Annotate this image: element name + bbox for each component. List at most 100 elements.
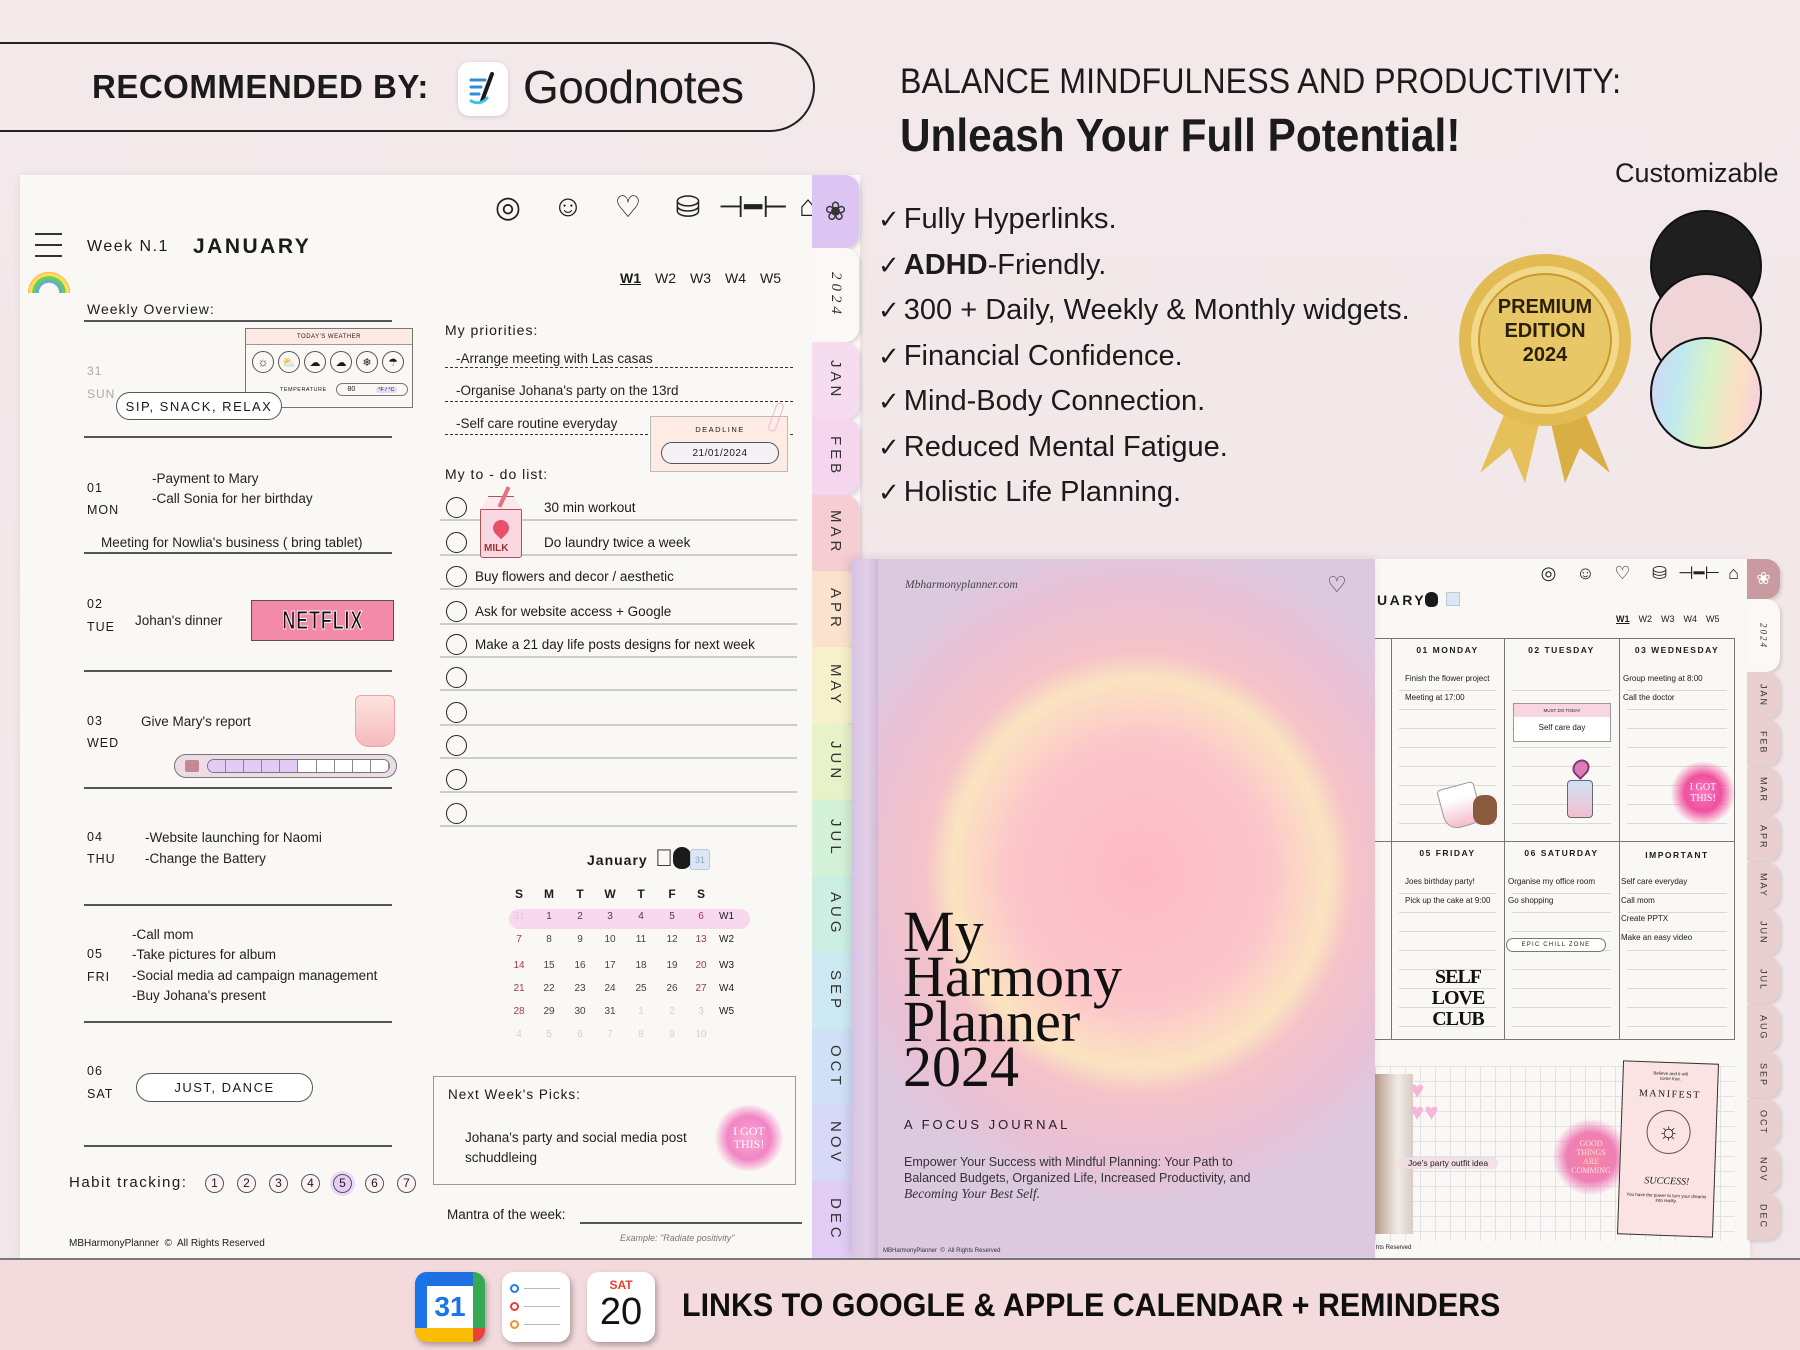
day-item[interactable]: Organise my office room bbox=[1508, 877, 1595, 886]
calendar-day[interactable]: 26 bbox=[662, 983, 682, 994]
google-calendar-link-icon[interactable] bbox=[1446, 592, 1460, 606]
tab-oct[interactable]: OCT bbox=[1747, 1098, 1780, 1146]
calendar-day[interactable]: 23 bbox=[570, 983, 590, 994]
priority-item[interactable]: -Organise Johana's party on the 13rd bbox=[456, 383, 678, 398]
todo-item[interactable]: Ask for website access + Google bbox=[475, 604, 671, 619]
calendar-day[interactable]: 6 bbox=[570, 1029, 590, 1040]
day-item[interactable]: Call mom bbox=[1621, 896, 1655, 905]
tab-feb[interactable]: FEB bbox=[812, 418, 859, 496]
day-item[interactable]: Meeting at 17:00 bbox=[1405, 693, 1465, 702]
calendar-week-link[interactable]: W2 bbox=[719, 934, 734, 945]
habit-day-2[interactable]: 2 bbox=[237, 1174, 256, 1193]
heartbeat-icon[interactable]: ♡ bbox=[1604, 563, 1641, 584]
progress-segment[interactable] bbox=[226, 760, 245, 772]
progress-segment[interactable] bbox=[298, 760, 317, 772]
todo-item[interactable]: Do laundry twice a week bbox=[544, 535, 690, 550]
week-tab-w5[interactable]: W5 bbox=[1706, 614, 1720, 624]
lotus-tab[interactable]: ❀ bbox=[1747, 559, 1780, 599]
calendar-day[interactable]: 28 bbox=[509, 1006, 529, 1017]
calendar-day[interactable]: 22 bbox=[539, 983, 559, 994]
calendar-day[interactable]: 16 bbox=[570, 960, 590, 971]
swatch-holographic[interactable] bbox=[1650, 337, 1762, 449]
calendar-day[interactable]: 5 bbox=[539, 1029, 559, 1040]
calendar-day[interactable]: 4 bbox=[509, 1029, 529, 1040]
day-item[interactable]: Go shopping bbox=[1508, 896, 1553, 905]
apple-calendar-link-icon[interactable] bbox=[1425, 592, 1438, 607]
calendar-day[interactable]: 15 bbox=[539, 960, 559, 971]
calendar-day[interactable]: 6 bbox=[691, 911, 711, 922]
day-item[interactable]: Pick up the cake at 9:00 bbox=[1405, 896, 1490, 905]
day-item[interactable]: -Call Sonia for her birthday bbox=[152, 491, 313, 506]
progress-segment[interactable] bbox=[370, 760, 389, 772]
day-item[interactable]: Self care everyday bbox=[1621, 877, 1687, 886]
next-week-text[interactable]: Johana's party and social media post sch… bbox=[465, 1128, 705, 1168]
calendar-day[interactable]: 17 bbox=[600, 960, 620, 971]
day-item[interactable]: -Buy Johana's present bbox=[132, 988, 266, 1003]
target-icon[interactable]: ◎ bbox=[1530, 563, 1567, 584]
todo-checkbox[interactable] bbox=[446, 735, 467, 756]
tab-feb[interactable]: FEB bbox=[1747, 719, 1780, 767]
smile-icon[interactable]: ☺ bbox=[538, 190, 598, 224]
progress-segment[interactable] bbox=[262, 760, 281, 772]
tab-aug[interactable]: AUG bbox=[1747, 1003, 1780, 1051]
tab-sep[interactable]: SEP bbox=[1747, 1051, 1780, 1099]
calendar-day[interactable]: 11 bbox=[631, 934, 651, 945]
todo-checkbox[interactable] bbox=[446, 532, 467, 553]
calendar-day[interactable]: 5 bbox=[662, 911, 682, 922]
dumbbell-icon[interactable]: ⊣━⊢ bbox=[718, 190, 788, 225]
day-item[interactable]: Johan's dinner bbox=[135, 613, 222, 628]
water-progress-bar[interactable] bbox=[174, 754, 397, 778]
tab-jun[interactable]: JUN bbox=[1747, 909, 1780, 956]
calendar-day[interactable]: 9 bbox=[662, 1029, 682, 1040]
day-item[interactable]: Give Mary's report bbox=[141, 714, 251, 729]
calendar-day[interactable]: 29 bbox=[539, 1006, 559, 1017]
tab-mar[interactable]: MAR bbox=[1747, 766, 1780, 814]
heartbeat-icon[interactable]: ♡ bbox=[598, 190, 658, 225]
google-calendar-link-icon[interactable]: 31 bbox=[690, 849, 710, 870]
calendar-day[interactable]: 27 bbox=[691, 983, 711, 994]
day-item[interactable]: Group meeting at 8:00 bbox=[1623, 674, 1703, 683]
day-item[interactable]: -Call mom bbox=[132, 927, 194, 942]
calendar-day[interactable]: 3 bbox=[691, 1006, 711, 1017]
calendar-day[interactable]: 1 bbox=[631, 1006, 651, 1017]
week-tab-w1[interactable]: W1 bbox=[1616, 614, 1630, 624]
day-item[interactable]: -Website launching for Naomi bbox=[145, 830, 322, 845]
calendar-day[interactable]: 24 bbox=[600, 983, 620, 994]
coins-icon[interactable]: ⛁ bbox=[658, 190, 718, 225]
tab-apr[interactable]: APR bbox=[1747, 814, 1780, 862]
lotus-tab[interactable]: ❀ bbox=[812, 175, 859, 248]
habit-day-1[interactable]: 1 bbox=[205, 1174, 224, 1193]
calendar-day[interactable]: 14 bbox=[509, 960, 529, 971]
todo-item[interactable]: 30 min workout bbox=[544, 500, 636, 515]
todo-item[interactable]: Make a 21 day life posts designs for nex… bbox=[475, 637, 755, 652]
tab-2024[interactable]: 2024 bbox=[1747, 599, 1780, 672]
snow-icon[interactable]: ❄ bbox=[356, 351, 378, 373]
tab-jul[interactable]: JUL bbox=[1747, 956, 1780, 1004]
calendar-week-link[interactable]: W4 bbox=[719, 983, 734, 994]
todo-checkbox[interactable] bbox=[446, 803, 467, 824]
storm-icon[interactable]: ☂ bbox=[382, 351, 404, 373]
todo-checkbox[interactable] bbox=[446, 702, 467, 723]
tab-2024[interactable]: 2024 bbox=[812, 248, 859, 342]
progress-segment[interactable] bbox=[334, 760, 353, 772]
progress-segment[interactable] bbox=[208, 760, 227, 772]
week-tab-w3[interactable]: W3 bbox=[1661, 614, 1675, 624]
day-item[interactable]: Create PPTX bbox=[1621, 914, 1668, 923]
epic-chill-pill[interactable]: EPIC CHILL ZONE bbox=[1506, 938, 1606, 952]
tab-may[interactable]: MAY bbox=[1747, 861, 1780, 909]
habit-day-4[interactable]: 4 bbox=[301, 1174, 320, 1193]
todo-checkbox[interactable] bbox=[446, 667, 467, 688]
calendar-day[interactable]: 21 bbox=[509, 983, 529, 994]
calendar-day[interactable]: 25 bbox=[631, 983, 651, 994]
apple-calendar-link-icon[interactable]:  bbox=[655, 847, 691, 871]
progress-segment[interactable] bbox=[316, 760, 335, 772]
day-item[interactable]: -Change the Battery bbox=[145, 851, 266, 866]
day-item[interactable]: Make an easy video bbox=[1621, 933, 1692, 942]
priority-item[interactable]: -Arrange meeting with Las casas bbox=[456, 351, 653, 366]
mantra-input[interactable] bbox=[580, 1222, 802, 1224]
calendar-day[interactable]: 10 bbox=[600, 934, 620, 945]
tab-jan[interactable]: JAN bbox=[812, 342, 859, 419]
todo-checkbox[interactable] bbox=[446, 566, 467, 587]
calendar-day[interactable]: 1 bbox=[539, 911, 559, 922]
habit-day-5[interactable]: 5 bbox=[333, 1174, 352, 1193]
